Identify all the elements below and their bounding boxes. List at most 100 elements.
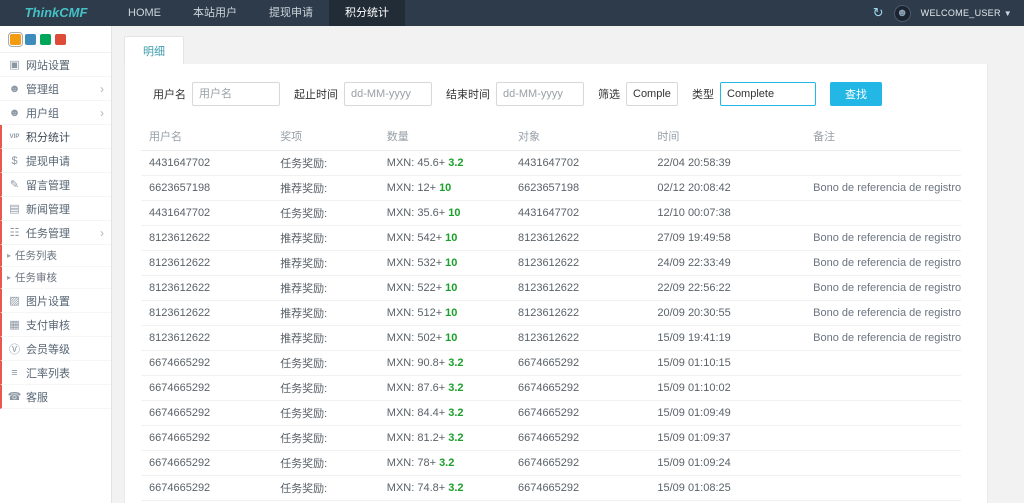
table-row: 6674665292 任务奖励: MXN: 87.6+ 3.2 6674665292 1…	[141, 375, 961, 401]
username-input[interactable]	[192, 82, 280, 106]
search-button[interactable]: 查找	[830, 82, 882, 106]
sidebar-item-rate-list[interactable]: ≡ 汇率列表	[0, 361, 111, 385]
content-panel: 用户名 起止时间 结束时间 筛选 类型 查找 用户名奖项数量对象时间备注 443…	[124, 64, 988, 503]
sidebar-item-user-group[interactable]: ☻ 用户组 ›	[0, 101, 111, 125]
user-menu[interactable]: WELCOME_USER ▼	[921, 8, 1012, 18]
sidebar-item-customer-service[interactable]: ☎ 客服	[0, 385, 111, 409]
table-cell: 6674665292	[509, 450, 650, 476]
filter-bar: 用户名 起止时间 结束时间 筛选 类型 查找	[153, 82, 961, 106]
sidebar-item-task-mgmt[interactable]: ☷ 任务管理 ›	[0, 221, 111, 245]
type-select[interactable]	[720, 82, 816, 106]
topnav-item-本站用户[interactable]: 本站用户	[177, 0, 253, 26]
bonus-value: 3.2	[439, 457, 455, 469]
vip-icon: VIP	[9, 133, 20, 140]
amount-cell: MXN: 87.6+ 3.2	[378, 375, 510, 401]
amount-cell: MXN: 522+ 10	[378, 275, 510, 301]
app-logo[interactable]: ThinkCMF	[0, 0, 112, 26]
bonus-value: 10	[445, 307, 458, 319]
column-header: 数量	[378, 122, 510, 151]
sidebar-item-admin-group[interactable]: ☻ 管理组 ›	[0, 77, 111, 101]
service-icon: ☎	[7, 391, 22, 403]
table-row: 8123612622 推荐奖励: MXN: 522+ 10 8123612622 22/…	[141, 275, 961, 301]
sidebar-item-label: 用户组	[26, 107, 59, 120]
sidebar-item-label: 积分统计	[26, 131, 70, 144]
sidebar-subitem-任务列表[interactable]: ▸ 任务列表	[0, 245, 111, 267]
sidebar-item-label: 留言管理	[26, 179, 70, 192]
table-cell: 任务奖励:	[272, 200, 379, 226]
sidebar-item-message-mgmt[interactable]: ✎ 留言管理	[0, 173, 111, 197]
table-cell: 8123612622	[509, 275, 650, 301]
table-cell: 15/09 01:09:24	[649, 450, 806, 476]
table-row: 6623657198 推荐奖励: MXN: 12+ 10 6623657198 02/1…	[141, 175, 961, 201]
theme-swatch[interactable]	[55, 34, 66, 45]
table-header-row: 用户名 奖项 数量 对象 时间 备注	[141, 122, 961, 151]
amount-cell: MXN: 90.8+ 3.2	[378, 350, 510, 376]
bonus-value: 10	[439, 182, 452, 194]
table-cell: 任务奖励:	[272, 150, 379, 176]
table-cell: 推荐奖励:	[272, 300, 379, 326]
sidebar-item-points-stats[interactable]: VIP 积分统计	[0, 125, 111, 149]
bonus-value: 3.2	[448, 157, 464, 169]
topnav-item-HOME[interactable]: HOME	[112, 0, 177, 26]
table-cell: 4431647702	[141, 200, 273, 226]
user-icon: ☻	[8, 82, 21, 95]
theme-swatch[interactable]	[25, 34, 36, 45]
note-cell: Bono de referencia de registro	[805, 275, 961, 301]
sidebar-item-payment-review[interactable]: ▦ 支付审核	[0, 313, 111, 337]
sidebar-item-site-settings[interactable]: ▣ 网站设置	[0, 53, 111, 77]
theme-swatch[interactable]	[40, 34, 51, 45]
desktop-icon: ▣	[9, 59, 20, 71]
sidebar-item-label: 客服	[26, 391, 48, 404]
table-row: 8123612622 推荐奖励: MXN: 502+ 10 8123612622 15/…	[141, 325, 961, 351]
note-cell: Bono de referencia de registro	[805, 325, 961, 351]
amount-cell: MXN: 84.4+ 3.2	[378, 400, 510, 426]
column-header: 对象	[509, 122, 650, 151]
table-cell: 8123612622	[141, 300, 273, 326]
table-cell: 任务奖励:	[272, 450, 379, 476]
filter-select[interactable]	[626, 82, 678, 106]
table-cell: 6674665292	[509, 425, 650, 451]
sidebar-item-member-level[interactable]: Ⓥ 会员等级	[0, 337, 111, 361]
table-cell: 15/09 01:09:37	[649, 425, 806, 451]
tab-detail[interactable]: 明细	[124, 36, 184, 64]
table-cell: 4431647702	[509, 200, 650, 226]
table-cell: 8123612622	[141, 275, 273, 301]
start-date-input[interactable]	[344, 82, 432, 106]
bonus-value: 10	[448, 207, 461, 219]
table-cell: 6674665292	[141, 475, 273, 501]
topnav-item-积分统计[interactable]: 积分统计	[329, 0, 405, 26]
dollar-icon: $	[11, 154, 18, 167]
bonus-value: 3.2	[448, 482, 464, 494]
table-cell: 6674665292	[141, 375, 273, 401]
sidebar-item-label: 提现申请	[26, 155, 70, 168]
theme-color-picker	[0, 26, 111, 53]
news-icon: ▤	[9, 203, 20, 215]
table-cell: 22/09 22:56:22	[649, 275, 806, 301]
note-cell	[805, 350, 961, 376]
sidebar-item-label: 汇率列表	[26, 367, 70, 380]
bonus-value: 10	[445, 232, 458, 244]
note-cell: Bono de referencia de registro	[805, 225, 961, 251]
amount-cell: MXN: 78+ 3.2	[378, 450, 510, 476]
table-cell: 6674665292	[509, 400, 650, 426]
note-cell	[805, 425, 961, 451]
amount-cell: MXN: 81.2+ 3.2	[378, 425, 510, 451]
avatar[interactable]: ☻	[893, 4, 911, 22]
sidebar-item-label: 会员等级	[26, 343, 70, 356]
table-cell: 6674665292	[141, 450, 273, 476]
table-cell: 推荐奖励:	[272, 250, 379, 276]
topnav-item-提现申请[interactable]: 提现申请	[253, 0, 329, 26]
end-date-input[interactable]	[496, 82, 584, 106]
sidebar-item-news-mgmt[interactable]: ▤ 新闻管理	[0, 197, 111, 221]
sidebar-subitem-任务审核[interactable]: ▸ 任务审核	[0, 267, 111, 289]
amount-cell: MXN: 502+ 10	[378, 325, 510, 351]
rate-icon: ≡	[11, 366, 18, 379]
refresh-icon[interactable]: ↻	[873, 5, 884, 21]
table-cell: 8123612622	[509, 325, 650, 351]
sidebar-item-image-settings[interactable]: ▨ 图片设置	[0, 289, 111, 313]
table-cell: 15/09 01:10:15	[649, 350, 806, 376]
sidebar-item-withdraw-request[interactable]: $ 提现申请	[0, 149, 111, 173]
column-header: 用户名	[141, 122, 273, 151]
theme-swatch[interactable]	[8, 32, 23, 47]
sidebar-item-label: 任务管理	[26, 227, 70, 240]
